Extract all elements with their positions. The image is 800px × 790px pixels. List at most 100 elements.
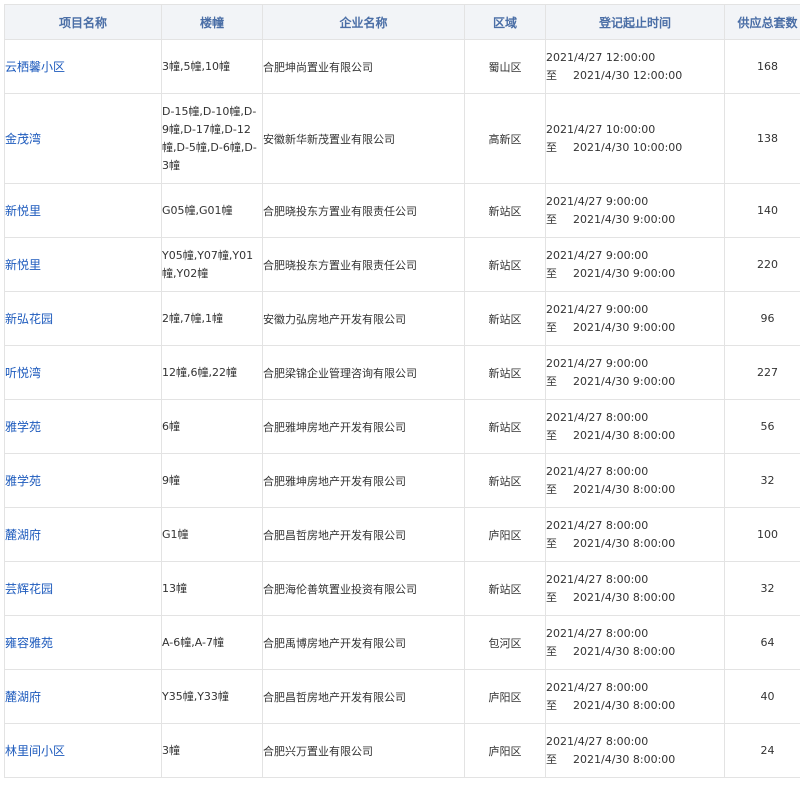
period-separator: 至 [546, 67, 573, 85]
header-total-units: 供应总套数 [725, 5, 800, 40]
period-start: 2021/4/27 8:00:00 [546, 733, 724, 751]
period-start: 2021/4/27 8:00:00 [546, 409, 724, 427]
period-end-line: 至2021/4/30 9:00:00 [546, 319, 724, 337]
project-name-link[interactable]: 新悦里 [5, 204, 41, 218]
building-cell: G05幢,G01幢 [162, 184, 263, 238]
company-cell: 合肥雅坤房地产开发有限公司 [263, 400, 465, 454]
project-name-link[interactable]: 麓湖府 [5, 528, 41, 542]
period-end-line: 至2021/4/30 9:00:00 [546, 373, 724, 391]
period-end: 2021/4/30 9:00:00 [573, 267, 675, 280]
district-cell: 新站区 [465, 454, 546, 508]
project-name-link[interactable]: 林里间小区 [5, 744, 65, 758]
period-end-line: 至2021/4/30 8:00:00 [546, 697, 724, 715]
total-units-cell: 32 [725, 454, 800, 508]
total-units-cell: 96 [725, 292, 800, 346]
registration-period-cell: 2021/4/27 9:00:00至2021/4/30 9:00:00 [546, 292, 725, 346]
table-row: 麓湖府 G1幢 合肥昌哲房地产开发有限公司 庐阳区 2021/4/27 8:00… [5, 508, 800, 562]
total-units-cell: 220 [725, 238, 800, 292]
period-end: 2021/4/30 9:00:00 [573, 213, 675, 226]
table-row: 新悦里 Y05幢,Y07幢,Y01幢,Y02幢 合肥晓投东方置业有限责任公司 新… [5, 238, 800, 292]
project-name-link[interactable]: 雅学苑 [5, 474, 41, 488]
total-units-cell: 138 [725, 94, 800, 184]
project-name-cell: 麓湖府 [5, 508, 162, 562]
project-name-link[interactable]: 新悦里 [5, 258, 41, 272]
district-cell: 庐阳区 [465, 508, 546, 562]
company-cell: 合肥梁锦企业管理咨询有限公司 [263, 346, 465, 400]
total-units-cell: 32 [725, 562, 800, 616]
period-start: 2021/4/27 9:00:00 [546, 193, 724, 211]
period-separator: 至 [546, 373, 573, 391]
project-name-cell: 金茂湾 [5, 94, 162, 184]
project-name-link[interactable]: 新弘花园 [5, 312, 53, 326]
period-start: 2021/4/27 8:00:00 [546, 571, 724, 589]
registration-period-cell: 2021/4/27 8:00:00至2021/4/30 8:00:00 [546, 454, 725, 508]
district-cell: 新站区 [465, 346, 546, 400]
total-units-cell: 140 [725, 184, 800, 238]
building-cell: 3幢,5幢,10幢 [162, 40, 263, 94]
building-cell: Y05幢,Y07幢,Y01幢,Y02幢 [162, 238, 263, 292]
project-name-cell: 林里间小区 [5, 724, 162, 778]
period-separator: 至 [546, 319, 573, 337]
building-cell: D-15幢,D-10幢,D-9幢,D-17幢,D-12幢,D-5幢,D-6幢,D… [162, 94, 263, 184]
registration-period-cell: 2021/4/27 9:00:00至2021/4/30 9:00:00 [546, 346, 725, 400]
period-end-line: 至2021/4/30 8:00:00 [546, 535, 724, 553]
period-start: 2021/4/27 12:00:00 [546, 49, 724, 67]
period-separator: 至 [546, 535, 573, 553]
period-separator: 至 [546, 265, 573, 283]
registration-period-cell: 2021/4/27 12:00:00至2021/4/30 12:00:00 [546, 40, 725, 94]
project-name-cell: 新弘花园 [5, 292, 162, 346]
project-name-link[interactable]: 芸辉花园 [5, 582, 53, 596]
project-name-link[interactable]: 金茂湾 [5, 132, 41, 146]
table-row: 雅学苑 9幢 合肥雅坤房地产开发有限公司 新站区 2021/4/27 8:00:… [5, 454, 800, 508]
project-name-cell: 雍容雅苑 [5, 616, 162, 670]
project-name-cell: 芸辉花园 [5, 562, 162, 616]
project-name-link[interactable]: 云栖馨小区 [5, 60, 65, 74]
project-name-cell: 云栖馨小区 [5, 40, 162, 94]
registration-period-cell: 2021/4/27 8:00:00至2021/4/30 8:00:00 [546, 508, 725, 562]
period-start: 2021/4/27 8:00:00 [546, 517, 724, 535]
district-cell: 新站区 [465, 238, 546, 292]
table-row: 麓湖府 Y35幢,Y33幢 合肥昌哲房地产开发有限公司 庐阳区 2021/4/2… [5, 670, 800, 724]
district-cell: 新站区 [465, 184, 546, 238]
project-name-link[interactable]: 麓湖府 [5, 690, 41, 704]
period-end: 2021/4/30 8:00:00 [573, 753, 675, 766]
total-units-cell: 64 [725, 616, 800, 670]
table-row: 芸辉花园 13幢 合肥海伦善筑置业投资有限公司 新站区 2021/4/27 8:… [5, 562, 800, 616]
period-start: 2021/4/27 8:00:00 [546, 463, 724, 481]
total-units-cell: 168 [725, 40, 800, 94]
project-name-cell: 雅学苑 [5, 400, 162, 454]
company-cell: 安徽新华新茂置业有限公司 [263, 94, 465, 184]
building-cell: G1幢 [162, 508, 263, 562]
company-cell: 安徽力弘房地产开发有限公司 [263, 292, 465, 346]
registration-period-cell: 2021/4/27 8:00:00至2021/4/30 8:00:00 [546, 400, 725, 454]
project-name-link[interactable]: 听悦湾 [5, 366, 41, 380]
project-name-link[interactable]: 雅学苑 [5, 420, 41, 434]
district-cell: 高新区 [465, 94, 546, 184]
district-cell: 蜀山区 [465, 40, 546, 94]
district-cell: 包河区 [465, 616, 546, 670]
table-row: 听悦湾 12幢,6幢,22幢 合肥梁锦企业管理咨询有限公司 新站区 2021/4… [5, 346, 800, 400]
period-end-line: 至2021/4/30 8:00:00 [546, 481, 724, 499]
registration-period-cell: 2021/4/27 8:00:00至2021/4/30 8:00:00 [546, 670, 725, 724]
header-district: 区域 [465, 5, 546, 40]
project-name-cell: 新悦里 [5, 184, 162, 238]
registration-period-cell: 2021/4/27 8:00:00至2021/4/30 8:00:00 [546, 724, 725, 778]
period-end: 2021/4/30 8:00:00 [573, 483, 675, 496]
project-name-link[interactable]: 雍容雅苑 [5, 636, 53, 650]
table-header: 项目名称 楼幢 企业名称 区域 登记起止时间 供应总套数 [5, 5, 800, 40]
table-body: 云栖馨小区 3幢,5幢,10幢 合肥坤尚置业有限公司 蜀山区 2021/4/27… [5, 40, 800, 778]
district-cell: 新站区 [465, 562, 546, 616]
header-company: 企业名称 [263, 5, 465, 40]
period-end: 2021/4/30 12:00:00 [573, 69, 682, 82]
total-units-cell: 24 [725, 724, 800, 778]
period-separator: 至 [546, 697, 573, 715]
period-start: 2021/4/27 9:00:00 [546, 247, 724, 265]
company-cell: 合肥兴万置业有限公司 [263, 724, 465, 778]
period-separator: 至 [546, 643, 573, 661]
table-row: 林里间小区 3幢 合肥兴万置业有限公司 庐阳区 2021/4/27 8:00:0… [5, 724, 800, 778]
project-name-cell: 雅学苑 [5, 454, 162, 508]
building-cell: 6幢 [162, 400, 263, 454]
registration-period-cell: 2021/4/27 8:00:00至2021/4/30 8:00:00 [546, 616, 725, 670]
table-row: 新悦里 G05幢,G01幢 合肥晓投东方置业有限责任公司 新站区 2021/4/… [5, 184, 800, 238]
company-cell: 合肥昌哲房地产开发有限公司 [263, 670, 465, 724]
